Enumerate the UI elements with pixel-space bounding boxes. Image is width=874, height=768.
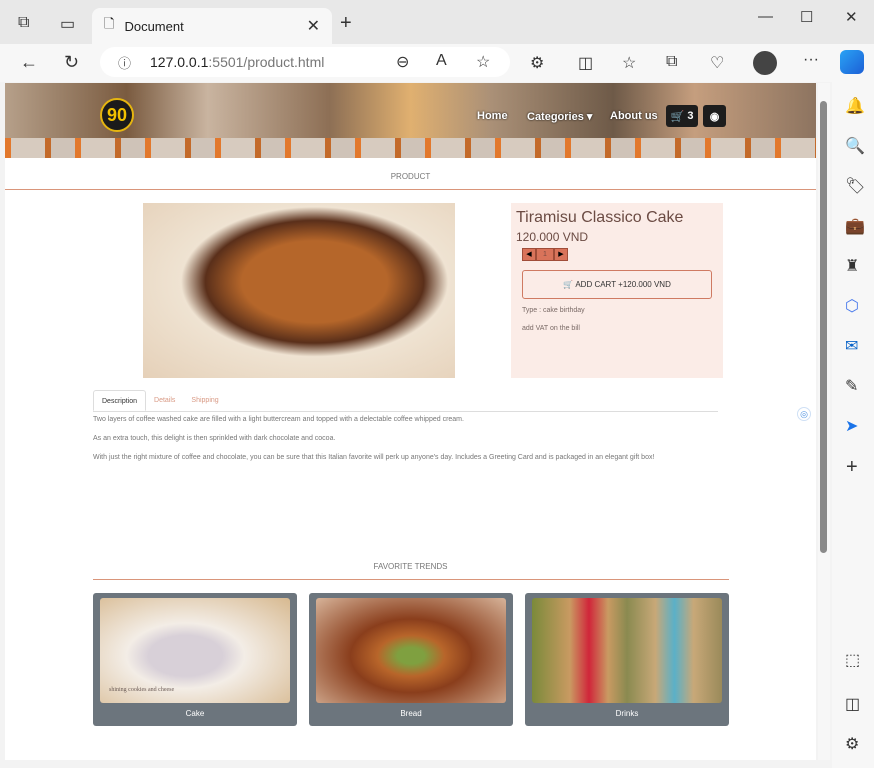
nav-about[interactable]: About us bbox=[610, 110, 658, 122]
trend-image bbox=[532, 598, 722, 703]
health-icon[interactable]: ♡ bbox=[710, 53, 724, 73]
trend-card-drinks[interactable]: Drinks bbox=[525, 593, 729, 726]
cart-button[interactable]: 🛒 3 bbox=[666, 105, 698, 127]
description-paragraph: Two layers of coffee washed cake are fil… bbox=[93, 416, 464, 423]
increase-button[interactable]: ▶ bbox=[554, 248, 568, 261]
extensions-icon[interactable]: ⚙ bbox=[530, 53, 544, 73]
add-icon[interactable]: + bbox=[846, 456, 858, 479]
trend-card-cake[interactable]: shining cookies and cheese Cake bbox=[93, 593, 297, 726]
screenshot-icon[interactable]: ⬚ bbox=[845, 650, 860, 670]
add-cart-label: ADD CART +120.000 VND bbox=[575, 280, 671, 289]
cart-icon: 🛒 bbox=[670, 110, 685, 123]
new-tab-icon[interactable]: + bbox=[340, 12, 352, 35]
image-caption: shining cookies and cheese bbox=[109, 687, 175, 693]
floating-assist-icon[interactable]: ◎ bbox=[797, 407, 811, 421]
refresh-icon[interactable]: ↻ bbox=[64, 52, 79, 73]
product-info: Tiramisu Classico Cake 120.000 VND ◀ 1 ▶… bbox=[511, 203, 723, 378]
user-icon: ◉ bbox=[709, 110, 720, 123]
divider bbox=[5, 189, 816, 190]
workspaces-icon[interactable]: ⧉ bbox=[18, 14, 29, 32]
product-name: Tiramisu Classico Cake bbox=[516, 209, 684, 226]
office-icon[interactable]: ⬡ bbox=[845, 296, 859, 316]
quantity-value[interactable]: 1 bbox=[536, 248, 554, 261]
url-path: :5501/product.html bbox=[208, 54, 325, 70]
designer-icon[interactable]: ✎ bbox=[845, 376, 858, 396]
send-icon[interactable]: ➤ bbox=[845, 416, 858, 436]
tools-icon[interactable]: 💼 bbox=[845, 216, 865, 236]
profile-avatar[interactable] bbox=[753, 51, 777, 75]
sidebar-toggle-icon[interactable]: ◫ bbox=[845, 694, 860, 714]
bell-icon[interactable]: 🔔 bbox=[845, 96, 865, 116]
description-paragraph: As an extra touch, this delight is then … bbox=[93, 435, 336, 442]
nav-categories-label: Categories bbox=[527, 111, 584, 123]
edge-sidebar: 🔔 🔍 🏷 💼 ♜ ⬡ ✉ ✎ ➤ + ⬚ ◫ ⚙ bbox=[832, 82, 874, 768]
user-button[interactable]: ◉ bbox=[703, 105, 726, 127]
cart-icon: 🛒 bbox=[563, 280, 576, 289]
outlook-icon[interactable]: ✉ bbox=[845, 336, 858, 356]
close-tab-icon[interactable]: ✕ bbox=[307, 16, 320, 36]
url-field[interactable]: ⓘ 127.0.0.1:5501/product.html ⊖ A ☆ bbox=[100, 47, 510, 77]
read-aloud-icon[interactable]: A bbox=[436, 52, 447, 70]
caret-down-icon: ▾ bbox=[586, 111, 593, 123]
tab-details[interactable]: Details bbox=[146, 390, 183, 411]
trend-label: Cake bbox=[185, 709, 205, 718]
tab-actions-icon[interactable]: ▭ bbox=[60, 14, 75, 34]
minimize-icon[interactable]: — bbox=[758, 8, 773, 25]
product-image bbox=[143, 203, 455, 378]
tab-bar: ⧉ ▭ 🗋 Document ✕ + — ☐ ✕ bbox=[0, 0, 874, 44]
split-screen-icon[interactable]: ◫ bbox=[578, 53, 593, 73]
copilot-icon[interactable] bbox=[840, 50, 864, 74]
trend-label: Bread bbox=[400, 709, 422, 718]
product-type: Type : cake birthday bbox=[522, 307, 585, 314]
decrease-button[interactable]: ◀ bbox=[522, 248, 536, 261]
page-viewport: 90 Home Categories ▾ About us 🛒 3 ◉ PROD… bbox=[5, 83, 816, 760]
hero-band bbox=[5, 138, 816, 158]
hero-header: 90 Home Categories ▾ About us 🛒 3 ◉ bbox=[5, 83, 816, 158]
scrollbar-thumb[interactable] bbox=[820, 101, 827, 553]
product-price: 120.000 VND bbox=[516, 230, 589, 244]
cart-count: 3 bbox=[687, 110, 694, 122]
trend-label: Drinks bbox=[615, 709, 639, 718]
zoom-icon[interactable]: ⊖ bbox=[396, 52, 409, 72]
close-window-icon[interactable]: ✕ bbox=[845, 8, 858, 26]
section-title-product: PRODUCT bbox=[390, 172, 431, 181]
document-icon: 🗋 bbox=[104, 16, 115, 31]
vat-note: add VAT on the bill bbox=[522, 325, 580, 332]
product-tabs: Description Details Shipping bbox=[93, 390, 718, 412]
trend-card-bread[interactable]: Bread bbox=[309, 593, 513, 726]
quantity-stepper: ◀ 1 ▶ bbox=[522, 248, 718, 261]
tab-title: Document bbox=[124, 18, 184, 34]
back-icon[interactable]: ← bbox=[20, 52, 38, 73]
shopping-icon[interactable]: 🏷 bbox=[845, 176, 865, 196]
info-icon[interactable]: ⓘ bbox=[118, 53, 131, 72]
tab-shipping[interactable]: Shipping bbox=[183, 390, 226, 411]
section-title-trends: FAVORITE TRENDS bbox=[373, 562, 448, 571]
url-host: 127.0.0.1 bbox=[150, 54, 209, 70]
trend-image bbox=[316, 598, 506, 703]
search-icon[interactable]: 🔍 bbox=[845, 136, 865, 156]
maximize-icon[interactable]: ☐ bbox=[800, 8, 813, 26]
collections-icon[interactable]: ⧉ bbox=[666, 53, 677, 71]
nav-categories[interactable]: Categories ▾ bbox=[527, 110, 592, 123]
browser-tab[interactable]: 🗋 Document ✕ bbox=[92, 8, 332, 44]
trend-image: shining cookies and cheese bbox=[100, 598, 290, 703]
favorites-icon[interactable]: ☆ bbox=[622, 53, 636, 73]
divider bbox=[93, 579, 729, 580]
settings-icon[interactable]: ⚙ bbox=[845, 734, 859, 754]
more-icon[interactable]: ··· bbox=[803, 51, 819, 69]
scrollbar[interactable] bbox=[818, 83, 830, 760]
description-paragraph: With just the right mixture of coffee an… bbox=[93, 454, 655, 461]
favorite-star-icon[interactable]: ☆ bbox=[476, 52, 490, 72]
logo[interactable]: 90 bbox=[100, 98, 134, 132]
tab-description[interactable]: Description bbox=[93, 390, 147, 411]
description-panel: Two layers of coffee washed cake are fil… bbox=[93, 415, 723, 472]
nav-home[interactable]: Home bbox=[477, 110, 508, 122]
add-cart-button[interactable]: 🛒 ADD CART +120.000 VND bbox=[522, 270, 712, 299]
games-icon[interactable]: ♜ bbox=[845, 256, 859, 276]
